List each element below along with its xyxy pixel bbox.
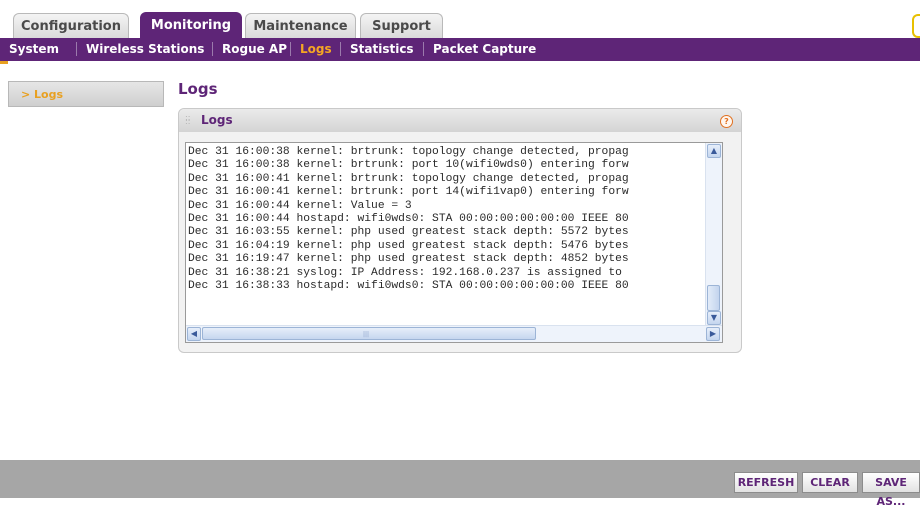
log-line: Dec 31 16:04:19 kernel: php used greates… [188,239,629,252]
logs-panel: :::: Logs ? Dec 31 16:00:38 kernel: brtr… [178,108,742,353]
panel-header: :::: Logs ? [179,109,741,132]
save-as-button[interactable]: SAVE AS... [862,472,920,508]
log-line: Dec 31 16:00:38 kernel: brtrunk: port 10… [188,159,629,172]
log-line: Dec 31 16:38:33 hostapd: wifi0wds0: STA … [188,280,629,293]
scroll-left-icon[interactable]: ◀ [187,327,201,341]
horizontal-scrollbar[interactable]: ◀ ||| ▶ [186,325,722,342]
page-title: Logs [178,80,218,98]
subnav-separator [340,42,341,56]
log-line: Dec 31 16:38:21 syslog: IP Address: 192.… [188,266,622,279]
log-lines: Dec 31 16:00:38 kernel: brtrunk: topolog… [188,146,708,293]
help-icon[interactable]: ? [720,115,733,128]
scroll-grip-icon: ||| [363,331,370,338]
subnav-statistics[interactable]: Statistics [350,42,414,56]
sidebar-item-logs[interactable]: > Logs [8,81,164,107]
scroll-up-icon[interactable]: ▲ [707,144,721,158]
scroll-down-icon[interactable]: ▼ [707,311,721,325]
log-line: Dec 31 16:00:41 kernel: brtrunk: topolog… [188,172,629,185]
vertical-scrollbar[interactable]: ▲ ▼ [705,143,722,326]
subnav-system[interactable]: System [9,42,59,56]
subnav-rogue-ap[interactable]: Rogue AP [222,42,287,56]
subnav-logs[interactable]: Logs [300,42,332,56]
subnav-separator [76,42,77,56]
drag-grip-icon: :::: [185,113,191,126]
log-textarea[interactable]: Dec 31 16:00:38 kernel: brtrunk: topolog… [185,142,723,343]
clear-button[interactable]: CLEAR [802,472,858,493]
subnav-wireless-stations[interactable]: Wireless Stations [86,42,204,56]
subnav-separator [423,42,424,56]
subnav-accent-marker [0,61,8,64]
log-line: Dec 31 16:00:38 kernel: brtrunk: topolog… [188,146,629,158]
sub-navigation: System Wireless Stations Rogue AP Logs S… [0,38,920,61]
subnav-packet-capture[interactable]: Packet Capture [433,42,536,56]
log-line: Dec 31 16:03:55 kernel: php used greates… [188,226,629,239]
tab-maintenance[interactable]: Maintenance [245,13,356,39]
log-line: Dec 31 16:19:47 kernel: php used greates… [188,253,629,266]
log-line: Dec 31 16:00:44 kernel: Value = 3 [188,199,412,212]
sidebar-item-label: > Logs [21,88,64,101]
horizontal-scroll-thumb[interactable]: ||| [202,327,536,340]
panel-title: Logs [201,113,233,127]
subnav-separator [290,42,291,56]
tab-overflow-stub [912,14,920,38]
tab-configuration[interactable]: Configuration [13,13,129,39]
top-tab-bar: Configuration Monitoring Maintenance Sup… [0,0,920,39]
vertical-scroll-thumb[interactable] [707,285,720,311]
log-line: Dec 31 16:00:41 kernel: brtrunk: port 14… [188,186,629,199]
subnav-separator [212,42,213,56]
scroll-right-icon[interactable]: ▶ [706,327,720,341]
tab-support[interactable]: Support [360,13,443,39]
log-line: Dec 31 16:00:44 hostapd: wifi0wds0: STA … [188,213,629,226]
refresh-button[interactable]: REFRESH [734,472,798,493]
tab-monitoring[interactable]: Monitoring [140,12,242,39]
